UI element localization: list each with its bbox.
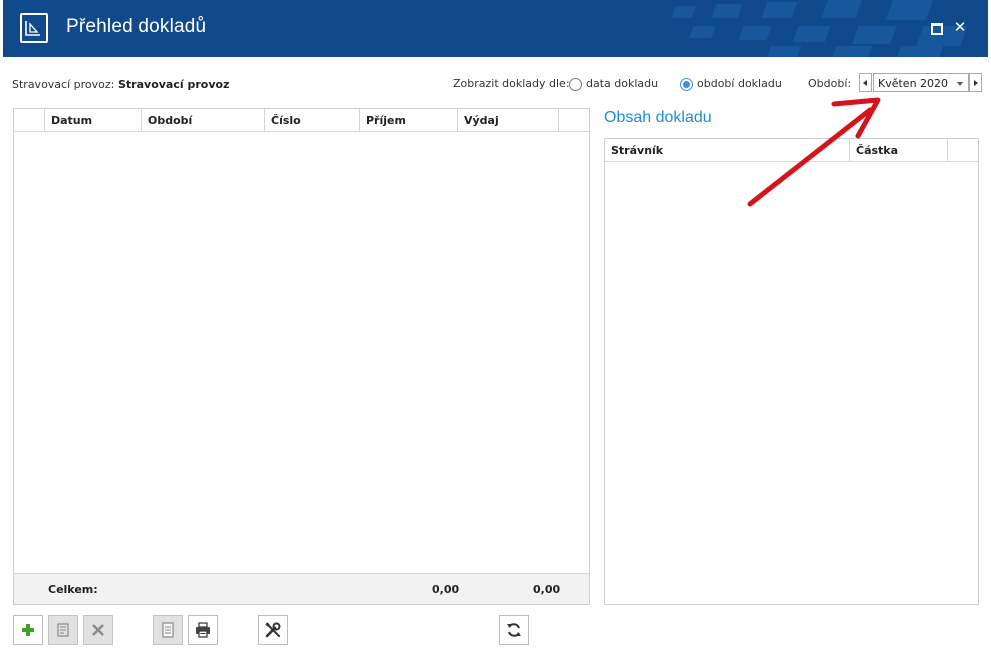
annotation-arrow [747, 97, 881, 207]
